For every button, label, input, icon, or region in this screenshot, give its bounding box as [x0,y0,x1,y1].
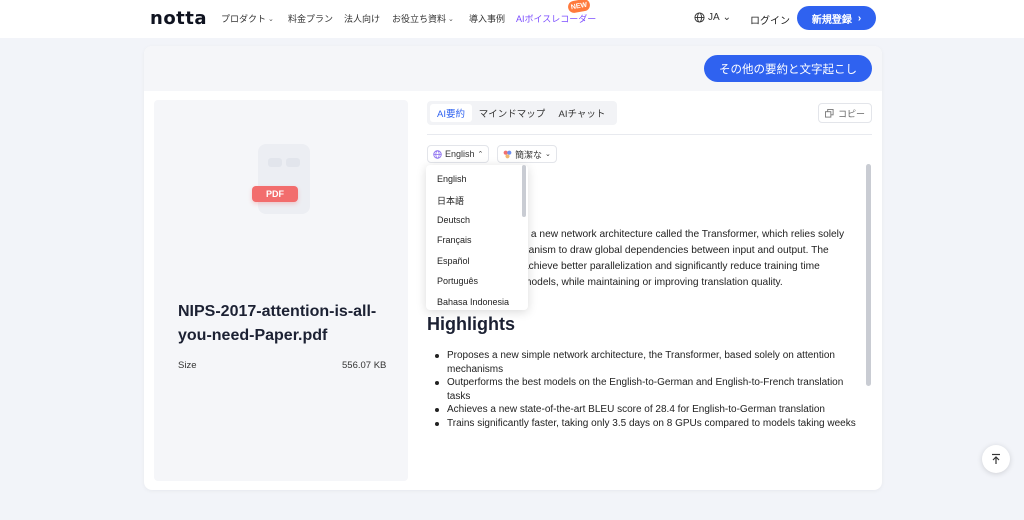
dropdown-option-indonesian[interactable]: Bahasa Indonesia [437,297,509,307]
signup-label: 新規登録 [811,14,852,26]
dropdown-option-french[interactable]: Français [437,235,472,245]
size-label: Size [178,360,197,371]
file-panel: PDF NIPS-2017-attention-is-all-you-need-… [154,100,408,481]
nav-item-business[interactable]: 法人向け [344,12,380,25]
nav-item-pricing[interactable]: 料金プラン [288,12,333,25]
list-item: Achieves a new state-of-the-art BLEU sco… [435,403,867,417]
list-item: Trains significantly faster, taking only… [435,417,867,431]
other-summaries-button[interactable]: その他の要約と文字起こし [704,55,872,82]
nav-item-resources[interactable]: お役立ち資料 ⌄ [392,12,454,25]
chevron-down-icon: ⌄ [268,15,274,23]
language-switcher[interactable]: JA ⌄ [694,12,731,23]
highlights-list: Proposes a new simple network architectu… [435,349,867,431]
card-header: その他の要約と文字起こし [144,46,882,91]
globe-icon [694,12,705,23]
tab-mind-map[interactable]: マインドマップ [475,104,549,122]
nav-item-product[interactable]: プロダクト ⌄ [221,12,274,25]
style-select[interactable]: 簡潔な ⌄ [497,145,557,163]
list-item: Proposes a new simple network architectu… [435,349,867,376]
highlights-heading: Highlights [427,314,515,334]
view-tabs: AI要約 マインドマップ AIチャット [427,101,617,125]
language-dropdown: English 日本語 Deutsch Français Español Por… [426,165,528,310]
dropdown-option-english[interactable]: English [437,174,467,184]
top-nav: notta プロダクト ⌄ 料金プラン 法人向け お役立ち資料 ⌄ 導入事例 A… [0,0,1024,38]
dropdown-option-spanish[interactable]: Español [437,256,470,266]
pdf-tag: PDF [252,186,298,202]
language-select-label: English [445,149,475,159]
content-scrollbar[interactable] [866,164,871,386]
globe-icon [433,149,442,159]
arrow-up-icon [992,453,1000,464]
nav-item-ai-recorder[interactable]: AIボイスレコーダー [516,12,596,25]
language-label: JA [708,12,720,23]
divider [427,134,872,135]
signup-button[interactable]: 新規登録 › [797,6,876,30]
nav-item-label: お役立ち資料 [392,14,447,24]
nav-item-label: AIボイスレコーダー [516,14,597,24]
pdf-file-icon: PDF [252,144,312,220]
copy-button[interactable]: コピー [818,103,872,123]
dropdown-option-portuguese[interactable]: Português [437,276,478,286]
document-icon [258,144,310,214]
list-item: Outperforms the best models on the Engli… [435,376,867,403]
dropdown-option-japanese[interactable]: 日本語 [437,194,464,207]
login-link[interactable]: ログイン [750,12,790,27]
dropdown-scrollbar[interactable] [522,165,526,217]
style-select-label: 簡潔な [515,149,543,160]
chevron-up-icon: ⌃ [477,151,484,158]
copy-label: コピー [837,108,865,119]
chevron-down-icon: ⌄ [545,151,551,158]
nav-item-case-studies[interactable]: 導入事例 [469,12,505,25]
tab-ai-chat[interactable]: AIチャット [551,104,613,122]
back-to-top-button[interactable] [982,445,1010,473]
chevron-right-icon: › [857,12,862,24]
copy-icon [824,108,834,118]
nav-item-label: 導入事例 [469,14,506,24]
nav-item-label: 料金プラン [288,14,334,24]
chevron-down-icon: ⌄ [722,12,732,23]
palette-icon [503,150,512,158]
notta-logo[interactable]: notta [150,8,207,29]
language-select[interactable]: English ⌃ [427,145,490,163]
file-name: NIPS-2017-attention-is-all-you-need-Pape… [178,303,377,344]
dropdown-option-german[interactable]: Deutsch [437,215,470,225]
nav-item-label: プロダクト [221,14,267,24]
tab-ai-summary[interactable]: AI要約 [430,104,472,122]
nav-item-label: 法人向け [344,14,381,24]
size-value: 556.07 KB [342,360,387,371]
chevron-down-icon: ⌄ [448,15,454,23]
